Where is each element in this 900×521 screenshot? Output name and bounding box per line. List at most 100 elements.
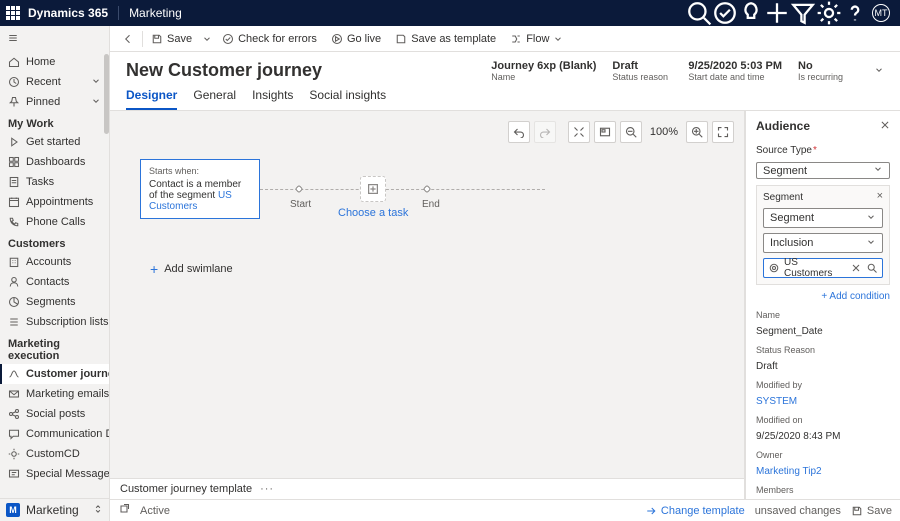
nav-social-posts[interactable]: Social posts — [0, 404, 109, 424]
bulb-icon[interactable] — [738, 0, 764, 26]
footer-save-button[interactable]: Save — [851, 505, 892, 517]
user-avatar[interactable]: MT — [868, 0, 894, 26]
header-status-value: Draft — [612, 60, 672, 72]
template-more-button[interactable]: ··· — [260, 483, 274, 495]
nav-home[interactable]: Home — [0, 52, 109, 72]
tab-designer[interactable]: Designer — [126, 88, 177, 110]
nav-section-marketing-exec: Marketing execution — [0, 332, 109, 364]
nav-get-started[interactable]: Get started — [0, 132, 109, 152]
aud-modby-value[interactable]: SYSTEM — [756, 396, 890, 407]
tab-insights[interactable]: Insights — [252, 88, 293, 110]
person-icon — [8, 276, 20, 288]
source-type-select[interactable]: Segment — [756, 162, 890, 179]
command-bar: Save Check for errors Go live Save as te… — [110, 26, 900, 52]
dashboard-icon — [8, 156, 20, 168]
audience-tile[interactable]: Starts when: Contact is a member of the … — [140, 159, 260, 219]
flow-button[interactable]: Flow — [504, 28, 569, 50]
clear-lookup-button[interactable] — [850, 262, 862, 274]
segment-lookup[interactable]: US Customers — [763, 258, 883, 278]
nav-phone-calls[interactable]: Phone Calls — [0, 212, 109, 232]
filter-icon[interactable] — [790, 0, 816, 26]
search-lookup-button[interactable] — [866, 262, 878, 274]
check-errors-button[interactable]: Check for errors — [216, 28, 323, 50]
inclusion-select[interactable]: Inclusion — [763, 233, 883, 253]
gear-icon — [8, 448, 20, 460]
nav-dashboards[interactable]: Dashboards — [0, 152, 109, 172]
nav-pinned[interactable]: Pinned — [0, 92, 109, 112]
area-badge-icon: M — [6, 503, 20, 517]
segment-icon — [8, 296, 20, 308]
header-start-value: 9/25/2020 5:03 PM — [688, 60, 782, 72]
segment-block-label: Segment — [763, 192, 883, 203]
choose-task-link[interactable]: Choose a task — [338, 207, 408, 219]
nav-special-messages[interactable]: Special Messages — [0, 464, 109, 484]
help-icon[interactable] — [842, 0, 868, 26]
nav-communication[interactable]: Communication D... — [0, 424, 109, 444]
end-node[interactable] — [423, 185, 431, 193]
search-icon[interactable] — [686, 0, 712, 26]
nav-scrollbar[interactable] — [104, 54, 109, 134]
pin-icon — [8, 96, 20, 108]
nav-segments[interactable]: Segments — [0, 292, 109, 312]
start-node[interactable] — [295, 185, 303, 193]
remove-segment-block-button[interactable]: × — [877, 190, 883, 202]
aud-modon-label: Modified on — [756, 415, 890, 425]
go-live-button[interactable]: Go live — [325, 28, 387, 50]
segment-block: × Segment Segment Inclusion US Customers — [756, 185, 890, 285]
unsaved-changes-label: unsaved changes — [755, 505, 841, 517]
chevron-down-icon — [866, 237, 876, 250]
area-switcher[interactable]: M Marketing — [0, 498, 109, 521]
header-expand-button[interactable] — [874, 64, 884, 78]
save-as-template-button[interactable]: Save as template — [389, 28, 502, 50]
plus-icon: + — [150, 261, 158, 277]
settings-icon[interactable] — [816, 0, 842, 26]
nav-tasks[interactable]: Tasks — [0, 172, 109, 192]
message-icon — [8, 468, 20, 480]
module-label: Marketing — [118, 6, 182, 20]
aud-owner-value[interactable]: Marketing Tip2 — [756, 466, 890, 477]
nav-customer-journeys[interactable]: Customer journeys — [0, 364, 109, 384]
aud-modby-label: Modified by — [756, 380, 890, 390]
audience-panel: Audience Source Type Segment × Segment S… — [745, 111, 900, 499]
calendar-icon — [8, 196, 20, 208]
add-task-tile[interactable] — [360, 176, 386, 202]
journey-canvas[interactable]: Starts when: Contact is a member of the … — [110, 111, 744, 478]
change-template-button[interactable]: Change template — [645, 505, 745, 517]
template-icon — [395, 33, 407, 45]
add-icon[interactable] — [764, 0, 790, 26]
nav-subscription-lists[interactable]: Subscription lists — [0, 312, 109, 332]
add-condition-link[interactable]: + Add condition — [756, 291, 890, 302]
phone-icon — [8, 216, 20, 228]
close-panel-button[interactable] — [880, 119, 890, 133]
nav-recent[interactable]: Recent — [0, 72, 109, 92]
target-icon — [768, 262, 780, 274]
nav-contacts[interactable]: Contacts — [0, 272, 109, 292]
page-title: New Customer journey — [126, 60, 322, 81]
save-button[interactable]: Save — [145, 28, 198, 50]
template-footer: Customer journey template ··· — [110, 478, 744, 499]
add-swimlane-button[interactable]: +Add swimlane — [150, 261, 233, 277]
app-launcher-icon[interactable] — [6, 6, 20, 20]
end-node-label: End — [422, 199, 440, 210]
clock-icon — [8, 76, 20, 88]
assistant-icon[interactable] — [712, 0, 738, 26]
nav-accounts[interactable]: Accounts — [0, 252, 109, 272]
tab-social-insights[interactable]: Social insights — [309, 88, 386, 110]
back-button[interactable] — [116, 28, 140, 50]
popout-icon[interactable] — [118, 503, 130, 518]
global-app-bar: Dynamics 365 Marketing MT — [0, 0, 900, 26]
nav-collapse-button[interactable] — [0, 26, 109, 52]
nav-marketing-emails[interactable]: Marketing emails — [0, 384, 109, 404]
nav-customcd[interactable]: CustomCD — [0, 444, 109, 464]
save-split-button[interactable] — [200, 28, 214, 50]
segment-select[interactable]: Segment — [763, 208, 883, 228]
list-icon — [8, 316, 20, 328]
tab-general[interactable]: General — [193, 88, 236, 110]
golive-icon — [331, 33, 343, 45]
save-icon — [151, 33, 163, 45]
nav-appointments[interactable]: Appointments — [0, 192, 109, 212]
task-icon — [8, 176, 20, 188]
status-bar: Active Change template unsaved changes S… — [110, 499, 900, 521]
header-name-value: Journey 6xp (Blank) — [491, 60, 596, 72]
chevron-down-icon — [866, 212, 876, 225]
